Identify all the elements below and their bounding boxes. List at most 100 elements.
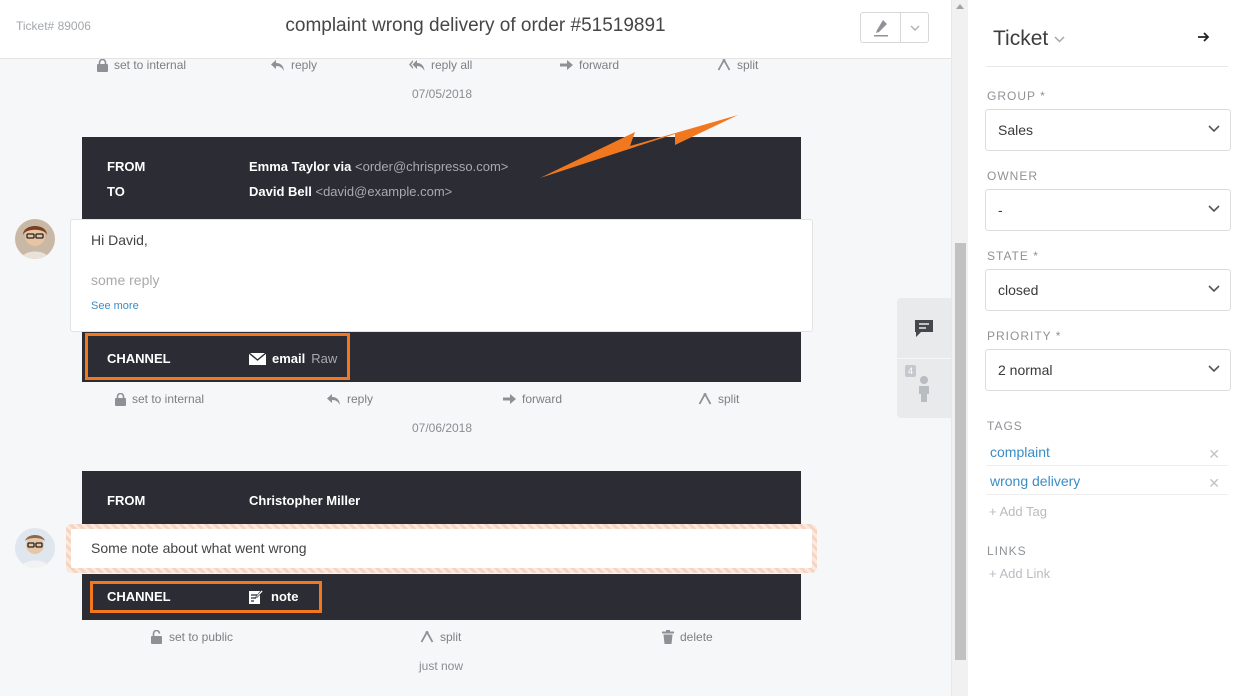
- split-action[interactable]: split: [698, 392, 739, 406]
- chevron-down-icon: [1208, 285, 1220, 293]
- lock-icon: [97, 58, 108, 72]
- ticket-title[interactable]: complaint wrong delivery of order #51519…: [0, 15, 951, 37]
- see-more-link[interactable]: See more: [91, 300, 139, 312]
- split-icon: [717, 59, 731, 71]
- tab-ticket[interactable]: [897, 298, 951, 358]
- avatar[interactable]: [15, 528, 55, 568]
- reply-all-label: reply all: [431, 58, 473, 72]
- priority-select[interactable]: 2 normal: [985, 349, 1231, 391]
- edit-button[interactable]: [861, 13, 900, 42]
- set-internal-action[interactable]: set to internal: [97, 58, 186, 72]
- ticket-sidebar: Ticket GROUP * Sales OWNER - STATE * clo…: [968, 0, 1240, 696]
- ticket-header: Ticket# 89006 complaint wrong delivery o…: [0, 0, 951, 59]
- from-label: FROM: [107, 493, 146, 508]
- chevron-down-icon: [1208, 365, 1220, 373]
- remove-tag-icon[interactable]: ✕: [1208, 475, 1220, 492]
- lock-icon: [115, 392, 126, 406]
- ticket-actions-button-group: [860, 12, 929, 43]
- note-text: Some note about what went wrong: [91, 540, 307, 556]
- tab-customer[interactable]: 4: [897, 358, 951, 418]
- delete-label: delete: [680, 630, 713, 644]
- set-public-label: set to public: [169, 630, 234, 644]
- add-link-link[interactable]: + Add Link: [989, 566, 1050, 581]
- article-header: FROM Christopher Miller: [82, 471, 801, 526]
- customer-badge: 4: [905, 365, 917, 377]
- from-name[interactable]: Christopher Miller: [249, 493, 360, 508]
- chevron-down-icon: [1208, 125, 1220, 133]
- reply-action[interactable]: reply: [271, 58, 317, 72]
- forward-label: forward: [579, 58, 620, 72]
- scroll-up-icon[interactable]: [956, 4, 964, 9]
- remove-tag-icon[interactable]: ✕: [1208, 446, 1220, 463]
- scrollbar[interactable]: [951, 0, 968, 696]
- owner-value: -: [998, 202, 1003, 218]
- tag-item[interactable]: wrong delivery ✕: [986, 467, 1228, 495]
- split-action[interactable]: split: [420, 630, 461, 644]
- from-value[interactable]: Emma Taylor via <order@chrispresso.com>: [249, 159, 508, 174]
- article-date: 07/05/2018: [411, 87, 473, 101]
- user-avatar-icon: [15, 219, 55, 259]
- reply-all-icon: [409, 59, 425, 71]
- priority-value: 2 normal: [998, 362, 1053, 378]
- avatar[interactable]: [15, 219, 55, 259]
- article-actions-bottom: set to public split delete: [0, 630, 900, 646]
- reply-icon: [327, 393, 340, 405]
- actions-menu-button[interactable]: [900, 13, 928, 42]
- split-icon: [420, 631, 434, 643]
- split-icon: [698, 393, 712, 405]
- chat-bubble-icon: [915, 319, 933, 337]
- tags-label: TAGS: [987, 419, 1023, 433]
- article-actions-mid: set to internal reply forward split: [0, 392, 900, 408]
- tag-label: complaint: [990, 444, 1050, 460]
- owner-select[interactable]: -: [985, 189, 1231, 231]
- group-select[interactable]: Sales: [985, 109, 1231, 151]
- forward-label: forward: [522, 392, 563, 406]
- group-value: Sales: [998, 122, 1034, 138]
- forward-action[interactable]: forward: [560, 58, 619, 72]
- article-date: 07/06/2018: [411, 421, 473, 435]
- set-public-action[interactable]: set to public: [151, 630, 233, 644]
- to-value[interactable]: David Bell <david@example.com>: [249, 184, 452, 199]
- from-label: FROM: [107, 159, 146, 174]
- sidebar-title[interactable]: Ticket: [993, 27, 1065, 51]
- trash-icon: [662, 630, 674, 644]
- add-tag-link[interactable]: + Add Tag: [989, 504, 1047, 519]
- reply-label: reply: [291, 58, 318, 72]
- set-internal-label: set to internal: [132, 392, 205, 406]
- to-name: David Bell: [249, 184, 312, 199]
- channel-highlight: [85, 333, 350, 380]
- forward-icon: [503, 394, 516, 404]
- person-icon: [919, 375, 929, 402]
- tag-item[interactable]: complaint ✕: [986, 438, 1228, 466]
- split-label: split: [737, 58, 759, 72]
- sidebar-tabs: 4: [897, 298, 951, 418]
- chevron-down-icon: [910, 24, 920, 31]
- article-greeting: Hi David,: [91, 232, 148, 248]
- owner-label: OWNER: [987, 169, 1038, 183]
- to-label: TO: [107, 184, 125, 199]
- set-internal-label: set to internal: [114, 58, 187, 72]
- arrow-right-icon: [1198, 32, 1210, 42]
- unlock-icon: [151, 630, 162, 644]
- state-select[interactable]: closed: [985, 269, 1231, 311]
- scrollbar-thumb[interactable]: [955, 243, 966, 660]
- divider: [986, 66, 1228, 67]
- channel-highlight: [90, 581, 322, 613]
- set-internal-action[interactable]: set to internal: [115, 392, 204, 406]
- tag-label: wrong delivery: [990, 473, 1081, 489]
- article-text: some reply: [91, 272, 160, 288]
- split-label: split: [718, 392, 740, 406]
- close-sidebar-button[interactable]: [1198, 30, 1210, 48]
- delete-action[interactable]: delete: [662, 630, 713, 644]
- forward-action[interactable]: forward: [503, 392, 562, 406]
- reply-action[interactable]: reply: [327, 392, 373, 406]
- reply-all-action[interactable]: reply all: [409, 58, 472, 72]
- forward-icon: [560, 60, 573, 70]
- sidebar-title-label: Ticket: [993, 27, 1049, 50]
- reply-label: reply: [347, 392, 374, 406]
- article-date: just now: [418, 659, 464, 673]
- priority-label: PRIORITY *: [987, 329, 1062, 343]
- split-action[interactable]: split: [717, 58, 758, 72]
- article-body: Hi David, some reply See more: [70, 219, 813, 332]
- pencil-icon: [873, 19, 888, 36]
